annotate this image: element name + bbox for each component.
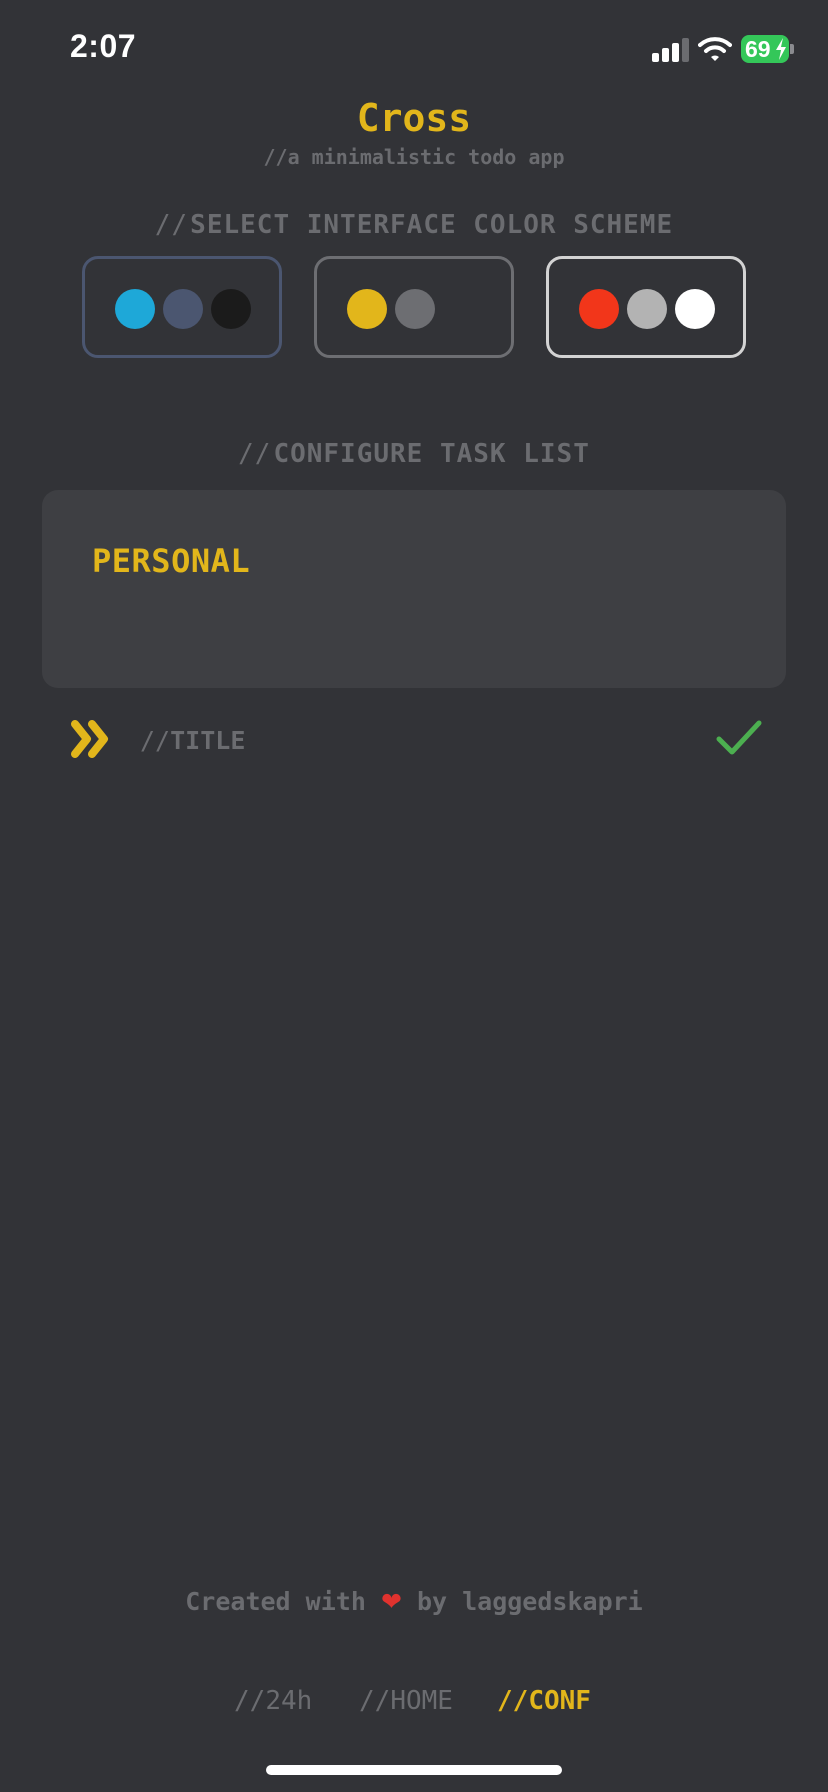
color-swatch — [347, 289, 387, 329]
wifi-icon — [698, 37, 732, 61]
cellular-signal-icon — [652, 38, 692, 62]
nav-slashes: // — [497, 1686, 529, 1716]
title-field-label[interactable]: //TITLE — [140, 726, 245, 755]
battery-tip — [790, 44, 794, 54]
task-list-card[interactable]: PERSONAL — [42, 490, 786, 688]
footer-credit: Created with ❤ by laggedskapri — [0, 1587, 828, 1616]
heart-icon: ❤ — [380, 1587, 402, 1616]
battery-charging-icon: 69 — [741, 35, 789, 63]
color-scheme-option-yellow[interactable] — [314, 256, 514, 358]
section-slashes: // — [238, 439, 272, 469]
color-swatch — [395, 289, 435, 329]
field-label: TITLE — [170, 726, 246, 755]
color-scheme-header: //SELECT INTERFACE COLOR SCHEME — [0, 210, 828, 240]
task-list-header: //CONFIGURE TASK LIST — [0, 439, 828, 469]
nav-label: 24h — [265, 1686, 313, 1716]
section-slashes: // — [154, 210, 189, 240]
color-scheme-option-blue[interactable] — [82, 256, 282, 358]
color-swatch — [675, 289, 715, 329]
credit-suffix: by laggedskapri — [416, 1587, 643, 1616]
battery-level: 69 — [745, 36, 771, 62]
nav-tab-home[interactable]: //HOME — [359, 1686, 453, 1716]
checkmark-icon[interactable] — [716, 718, 762, 758]
nav-slashes: // — [234, 1686, 266, 1716]
color-swatch — [211, 289, 251, 329]
task-list-label: CONFIGURE TASK LIST — [273, 439, 590, 469]
nav-slashes: // — [359, 1686, 391, 1716]
bolt-icon — [776, 38, 786, 60]
title-input-row: //TITLE — [0, 712, 828, 772]
color-scheme-option-red[interactable] — [546, 256, 746, 358]
color-swatch — [115, 289, 155, 329]
nav-label: CONF — [528, 1686, 591, 1716]
nav-tab-conf[interactable]: //CONF — [497, 1686, 591, 1716]
credit-prefix: Created with — [185, 1587, 366, 1616]
color-scheme-label: SELECT INTERFACE COLOR SCHEME — [190, 210, 674, 240]
task-list-name[interactable]: PERSONAL — [92, 542, 250, 580]
color-swatch — [627, 289, 667, 329]
field-slashes: // — [140, 726, 171, 755]
chevron-right-double-icon — [71, 720, 108, 758]
app-subtitle: //a minimalistic todo app — [263, 145, 565, 169]
nav-tab-24h[interactable]: //24h — [234, 1686, 312, 1716]
status-time: 2:07 — [70, 28, 137, 64]
nav-label: HOME — [390, 1686, 453, 1716]
home-indicator[interactable] — [266, 1765, 562, 1775]
color-swatch — [579, 289, 619, 329]
color-swatch — [163, 289, 203, 329]
app-title: Cross — [356, 96, 472, 140]
